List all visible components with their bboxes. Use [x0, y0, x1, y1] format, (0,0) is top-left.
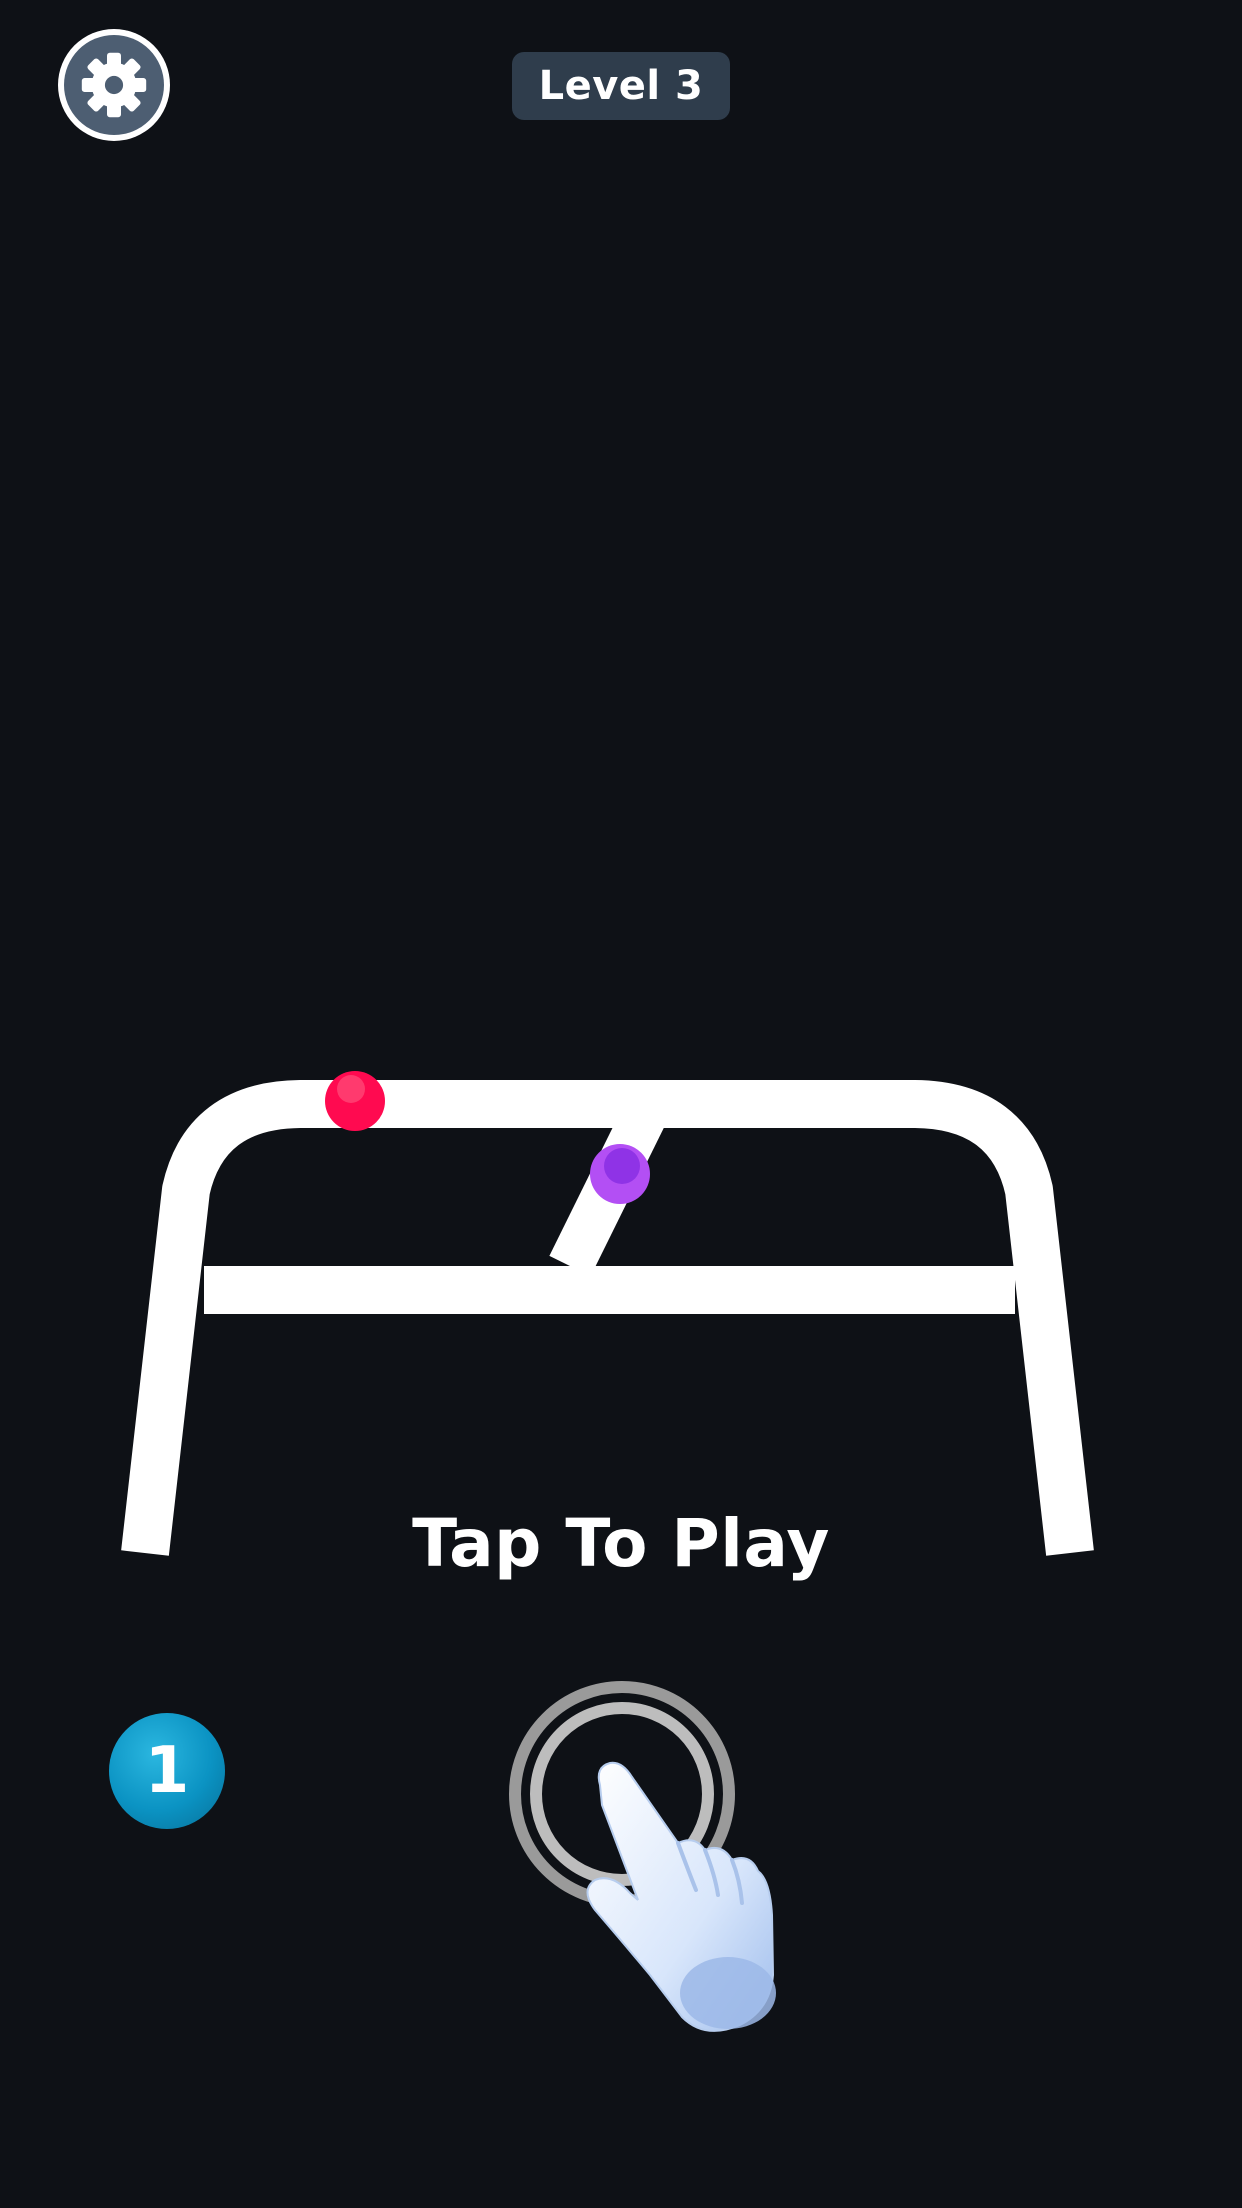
- purple-ball-highlight: [604, 1148, 640, 1184]
- tap-hint: [509, 1681, 776, 2032]
- ball-counter: 1: [109, 1713, 225, 1829]
- tap-to-play-label[interactable]: Tap To Play: [0, 1505, 1242, 1582]
- red-ball-highlight: [337, 1075, 365, 1103]
- ball-counter-value: 1: [144, 1734, 190, 1808]
- pointing-hand-icon: [586, 1761, 776, 2032]
